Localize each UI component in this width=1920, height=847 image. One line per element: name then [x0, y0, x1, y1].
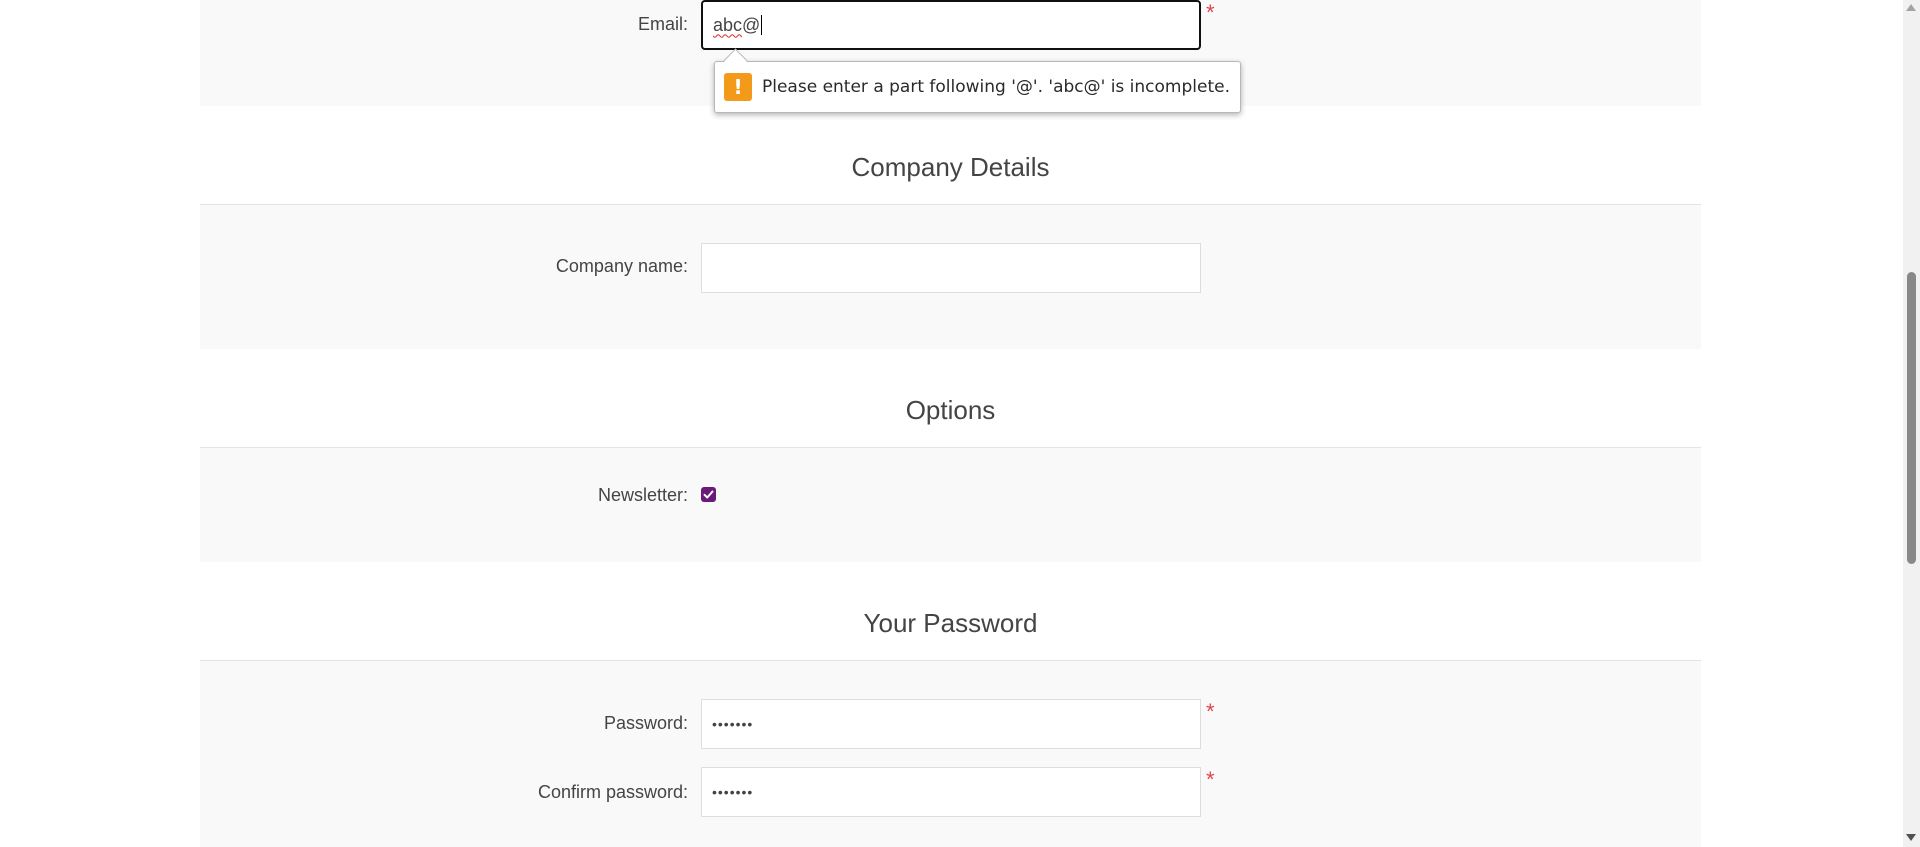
password-required-mark: *: [1206, 699, 1215, 724]
password-label: Password:: [603, 713, 688, 733]
scroll-thumb[interactable]: [1907, 272, 1916, 564]
confirm-password-required-mark: *: [1206, 767, 1215, 792]
password-value: •••••••: [712, 716, 754, 732]
text-caret: [761, 15, 763, 35]
company-name-field[interactable]: [701, 243, 1201, 293]
email-field[interactable]: abc @: [701, 0, 1201, 50]
email-value: abc: [713, 14, 743, 35]
newsletter-label: Newsletter:: [597, 485, 688, 505]
company-name-label: Company name:: [555, 256, 688, 276]
registration-page: Email: abc @ * ! Please enter a part foll…: [0, 0, 1920, 847]
validation-tooltip: ! Please enter a part following '@'. 'ab…: [714, 48, 1241, 113]
newsletter-checkbox[interactable]: [701, 487, 716, 502]
validation-message: Please enter a part following '@'. 'abc@…: [762, 77, 1230, 97]
confirm-password-field[interactable]: •••••••: [701, 767, 1201, 817]
confirm-password-value: •••••••: [712, 784, 754, 800]
scroll-down-arrow-icon[interactable]: [1906, 834, 1916, 841]
company-details-title: Company Details: [200, 152, 1701, 205]
password-section-title: Your Password: [200, 608, 1701, 661]
checkmark-icon: [703, 490, 714, 499]
password-field[interactable]: •••••••: [701, 699, 1201, 749]
password-panel: [200, 661, 1701, 847]
scroll-up-arrow-icon[interactable]: [1906, 4, 1916, 11]
email-label: Email:: [637, 14, 688, 34]
confirm-password-label: Confirm password:: [537, 782, 688, 802]
email-required-mark: *: [1206, 0, 1215, 25]
email-value-suffix: @: [742, 14, 761, 35]
options-title: Options: [200, 395, 1701, 448]
vertical-scrollbar[interactable]: [1903, 0, 1920, 847]
warning-icon: !: [724, 73, 752, 101]
